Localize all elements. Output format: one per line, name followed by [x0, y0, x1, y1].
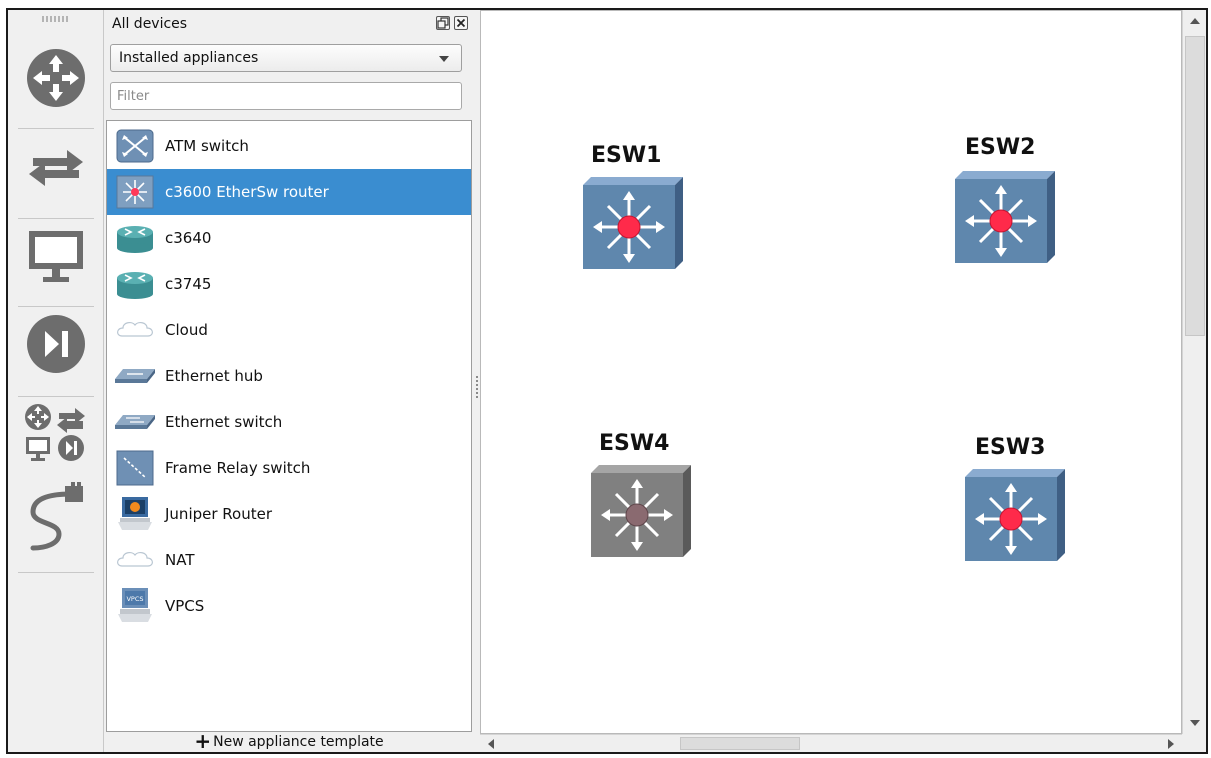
all-devices-category-button[interactable] [16, 394, 96, 474]
device-label: Cloud [165, 321, 208, 339]
node-esw1[interactable] [577, 175, 685, 279]
cloud-icon [113, 310, 157, 350]
multilayer-switch-icon [591, 465, 691, 557]
device-label: VPCS [165, 597, 205, 615]
close-icon [456, 18, 466, 28]
ethernet-hub-icon [113, 356, 157, 396]
scroll-down-icon[interactable] [1190, 720, 1200, 726]
ethernet-switch-icon [113, 402, 157, 442]
etherswitch-router-icon [113, 172, 157, 212]
horizontal-scroll-thumb[interactable] [680, 737, 800, 750]
security-devices-category-button[interactable] [16, 304, 96, 384]
scroll-right-icon[interactable] [1168, 739, 1174, 749]
plus-icon: + [194, 729, 212, 753]
node-label: ESW2 [965, 135, 1036, 160]
list-item[interactable]: VPCS VPCS [107, 583, 471, 629]
node-label: ESW1 [591, 143, 662, 168]
appliance-filter-select[interactable]: Installed appliances [110, 44, 462, 72]
float-icon [437, 17, 449, 29]
dock-float-button[interactable] [436, 16, 450, 30]
vpcs-icon: VPCS [113, 586, 157, 626]
list-item[interactable]: Frame Relay switch [107, 445, 471, 491]
devices-dock: All devices Installed appliances Filter … [104, 10, 474, 752]
cable-icon [30, 482, 83, 551]
list-item[interactable]: ATM switch [107, 123, 471, 169]
multilayer-switch-icon [583, 177, 683, 269]
multilayer-switch-icon [955, 171, 1055, 263]
device-label: Ethernet hub [165, 367, 263, 385]
list-item[interactable]: c3745 [107, 261, 471, 307]
vertical-scroll-thumb[interactable] [1185, 36, 1205, 336]
dock-title: All devices [112, 16, 188, 32]
list-item[interactable]: Juniper Router [107, 491, 471, 537]
list-item[interactable]: Ethernet hub [107, 353, 471, 399]
svg-text:VPCS: VPCS [126, 595, 143, 603]
horizontal-scrollbar[interactable] [480, 734, 1182, 752]
device-label: NAT [165, 551, 195, 569]
vertical-scrollbar[interactable] [1182, 10, 1206, 734]
device-category-toolbar [8, 10, 104, 752]
switch-arrows-icon [29, 150, 83, 186]
scrollbar-corner [1182, 734, 1206, 752]
add-link-button[interactable] [16, 476, 96, 556]
node-esw4[interactable] [585, 463, 693, 567]
scroll-left-icon[interactable] [488, 739, 494, 749]
play-pause-icon [27, 315, 85, 373]
list-item[interactable]: c3600 EtherSw router [107, 169, 471, 215]
routers-category-button[interactable] [16, 38, 96, 118]
gns3-window: All devices Installed appliances Filter … [6, 8, 1208, 754]
device-label: Frame Relay switch [165, 459, 311, 477]
device-label: c3600 EtherSw router [165, 183, 329, 201]
multilayer-switch-icon [965, 469, 1065, 561]
all-devices-icon [25, 404, 85, 461]
dock-close-button[interactable] [454, 16, 468, 30]
device-label: c3745 [165, 275, 212, 293]
switches-category-button[interactable] [16, 128, 96, 208]
node-esw3[interactable] [959, 467, 1067, 571]
scroll-up-icon[interactable] [1190, 18, 1200, 24]
cisco-router-icon [113, 264, 157, 304]
device-label: Ethernet switch [165, 413, 283, 431]
cisco-router-icon [113, 218, 157, 258]
cloud-icon [113, 540, 157, 580]
new-appliance-template-button[interactable]: + New appliance template [106, 729, 472, 753]
filter-input[interactable] [110, 82, 462, 110]
filter-select-value: Installed appliances [119, 50, 259, 66]
list-item[interactable]: Ethernet switch [107, 399, 471, 445]
router-icon [27, 49, 85, 107]
topology-canvas[interactable]: ESW1 ESW2 ESW4 ESW3 [480, 10, 1182, 734]
atm-switch-icon [113, 126, 157, 166]
device-label: c3640 [165, 229, 212, 247]
chevron-down-icon [439, 56, 449, 62]
device-label: Juniper Router [165, 505, 272, 523]
monitor-icon [29, 231, 83, 282]
node-label: ESW4 [599, 431, 670, 456]
list-item[interactable]: NAT [107, 537, 471, 583]
juniper-router-icon [113, 494, 157, 534]
list-item[interactable]: c3640 [107, 215, 471, 261]
list-item[interactable]: Cloud [107, 307, 471, 353]
end-devices-category-button[interactable] [16, 216, 96, 296]
frame-relay-switch-icon [113, 448, 157, 488]
node-label: ESW3 [975, 435, 1046, 460]
toolbar-grip[interactable] [42, 16, 70, 22]
device-label: ATM switch [165, 137, 249, 155]
device-list: ATM switch c3600 EtherSw router c3640 c3… [106, 120, 472, 732]
new-template-label: New appliance template [213, 734, 384, 750]
node-esw2[interactable] [949, 169, 1057, 273]
